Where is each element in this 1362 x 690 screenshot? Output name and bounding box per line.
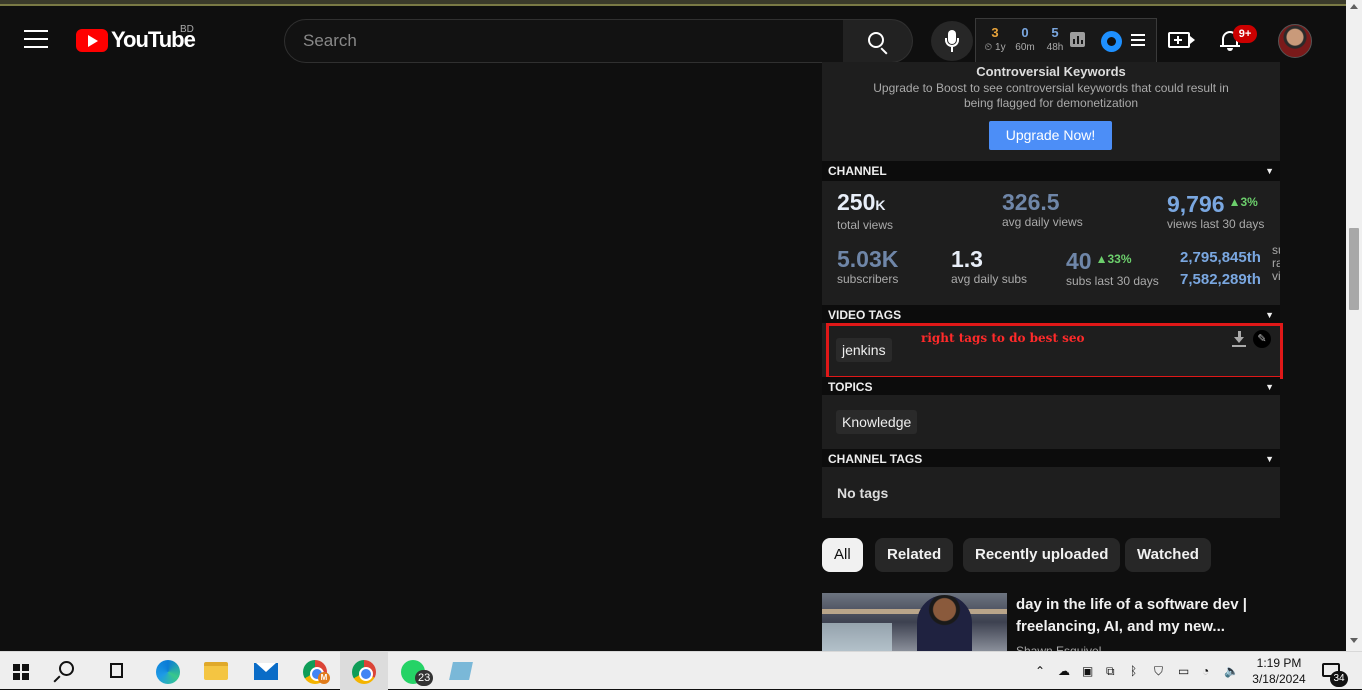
rank-2: 7,582,289th — [1180, 271, 1261, 288]
battery-icon[interactable]: ▭ — [1178, 652, 1189, 690]
filter-chip-all[interactable]: All — [822, 538, 863, 572]
vidiq-stat-1y[interactable]: 3 ⏲ 1y — [980, 25, 1010, 53]
start-button[interactable] — [0, 652, 48, 690]
copy-tags-icon[interactable]: ✎ — [1253, 330, 1271, 348]
channel-tags-section-header[interactable]: CHANNEL TAGS ▼ — [822, 449, 1280, 469]
windows-taskbar: M 23 ⌃ ☁ ▣ ⧉ ᛒ ⛉ ▭ ◔ 🔈 1:19 PM 3/18/2024… — [0, 651, 1362, 690]
stat-avg-daily-subs: 1.3 avg daily subs — [951, 246, 1028, 286]
vidiq-toolbar: 3 ⏲ 1y 0 60m 5 48h — [975, 18, 1157, 63]
whatsapp-app[interactable]: 23 — [389, 652, 437, 690]
clock-date: 3/18/2024 — [1252, 672, 1306, 686]
stat-subscribers: 5.03K subscribers — [837, 246, 899, 286]
page-scrollbar[interactable] — [1346, 0, 1362, 651]
bluetooth-icon[interactable]: ᛒ — [1130, 652, 1137, 690]
notification-badge: 9+ — [1233, 25, 1257, 43]
collapse-arrow-icon[interactable]: ▼ — [1265, 377, 1274, 397]
stat-views-last-30-days: 9,796 ▲3% views last 30 days — [1167, 191, 1265, 231]
system-clock[interactable]: 1:19 PM 3/18/2024 — [1244, 655, 1314, 687]
rank-1: 2,795,845th — [1180, 249, 1261, 266]
vidiq-menu-icon[interactable] — [1131, 34, 1145, 49]
stat-subs-last-30-days: 40 ▲33% subs last 30 days — [1066, 248, 1159, 288]
task-view-icon — [110, 663, 123, 678]
scroll-up-arrow-icon[interactable] — [1350, 4, 1358, 9]
wifi-icon[interactable]: ◔ — [1202, 652, 1209, 690]
section-title: CHANNEL — [828, 164, 887, 178]
notepad-app[interactable] — [438, 652, 486, 690]
onedrive-icon[interactable]: ☁ — [1058, 652, 1070, 690]
display-icon[interactable]: ⧉ — [1106, 652, 1115, 690]
channel-ranks: 2,795,845th 7,582,289th — [1180, 247, 1261, 291]
upsell-title: Controversial Keywords — [976, 64, 1126, 79]
scroll-down-arrow-icon[interactable] — [1350, 638, 1358, 643]
vidiq-stat-48h[interactable]: 5 48h — [1040, 25, 1070, 53]
show-hidden-icons-chevron-icon[interactable]: ⌃ — [1035, 652, 1045, 690]
edge-app[interactable] — [144, 652, 192, 690]
channel-section-header[interactable]: CHANNEL ▼ — [822, 161, 1280, 181]
search-button[interactable] — [843, 19, 913, 63]
file-explorer-app[interactable] — [192, 652, 240, 690]
folder-icon — [204, 662, 228, 680]
chrome-profile-badge: M — [318, 672, 330, 684]
create-video-icon[interactable] — [1168, 32, 1195, 48]
windows-logo-icon — [13, 664, 29, 680]
channel-tags-body: No tags — [822, 467, 1280, 518]
country-code: BD — [180, 24, 194, 35]
volume-icon[interactable]: 🔈 — [1224, 652, 1239, 690]
rank-labels: su ra vi — [1272, 243, 1280, 283]
stat-total-views: 250K total views — [837, 189, 894, 232]
edge-icon — [156, 660, 180, 684]
search-input[interactable] — [285, 20, 843, 62]
stat-avg-daily-views: 326.5 avg daily views — [1002, 189, 1083, 229]
section-title: CHANNEL TAGS — [828, 452, 923, 466]
no-tags-text: No tags — [837, 485, 889, 501]
guide-menu-icon[interactable] — [24, 30, 48, 48]
clock-time: 1:19 PM — [1256, 656, 1302, 670]
collapse-arrow-icon[interactable]: ▼ — [1265, 449, 1274, 469]
mail-app[interactable] — [242, 652, 290, 690]
video-thumbnail[interactable] — [822, 593, 1007, 651]
topics-body: Knowledge — [822, 395, 1280, 449]
notepad-icon — [449, 662, 473, 680]
channel-stats: 250K total views 326.5 avg daily views 9… — [822, 181, 1280, 305]
scroll-thumb[interactable] — [1349, 228, 1359, 310]
vidiq-logo-icon[interactable] — [1101, 31, 1122, 52]
section-title: VIDEO TAGS — [828, 308, 902, 322]
action-center-badge: 34 — [1330, 671, 1348, 687]
controversial-keywords-upsell: Controversial Keywords Upgrade to Boost … — [822, 62, 1280, 162]
collapse-arrow-icon[interactable]: ▼ — [1265, 161, 1274, 181]
task-view-button[interactable] — [96, 652, 144, 690]
upgrade-now-button[interactable]: Upgrade Now! — [989, 121, 1112, 150]
youtube-logo[interactable]: YouTube — [76, 27, 196, 52]
filter-chip-related[interactable]: Related — [875, 538, 954, 572]
chrome-app-active[interactable] — [340, 652, 388, 690]
video-tags-section-header[interactable]: VIDEO TAGS ▼ — [822, 305, 1280, 325]
upsell-description: Upgrade to Boost to see controversial ke… — [873, 81, 1229, 110]
device-icon[interactable]: ▣ — [1082, 652, 1093, 690]
browser-top-strip — [0, 0, 1362, 6]
account-avatar[interactable] — [1278, 24, 1312, 58]
search-icon — [868, 32, 884, 48]
vidiq-stat-60m[interactable]: 0 60m — [1010, 25, 1040, 53]
collapse-arrow-icon[interactable]: ▼ — [1265, 305, 1274, 325]
topic-chip[interactable]: Knowledge — [836, 410, 918, 434]
filter-chip-watched[interactable]: Watched — [1125, 538, 1211, 572]
search-icon — [59, 661, 74, 676]
topics-section-header[interactable]: TOPICS ▼ — [822, 377, 1280, 397]
search-box[interactable] — [284, 19, 844, 63]
voice-search-button[interactable] — [931, 21, 973, 61]
whatsapp-badge: 23 — [415, 670, 434, 686]
bar-chart-icon[interactable] — [1070, 32, 1085, 47]
security-shield-icon[interactable]: ⛉ — [1154, 652, 1163, 690]
youtube-play-icon — [76, 28, 108, 52]
filter-chip-recently-uploaded[interactable]: Recently uploaded — [963, 538, 1121, 572]
section-title: TOPICS — [828, 380, 873, 394]
chrome-app-profile[interactable]: M — [291, 652, 339, 690]
annotation-text: right tags to do best seo — [921, 331, 1085, 345]
video-title[interactable]: day in the life of a software dev | free… — [1016, 594, 1256, 638]
taskbar-search-button[interactable] — [48, 652, 96, 690]
download-icon[interactable] — [1232, 331, 1246, 347]
chrome-icon — [352, 660, 376, 684]
mail-icon — [254, 663, 278, 680]
